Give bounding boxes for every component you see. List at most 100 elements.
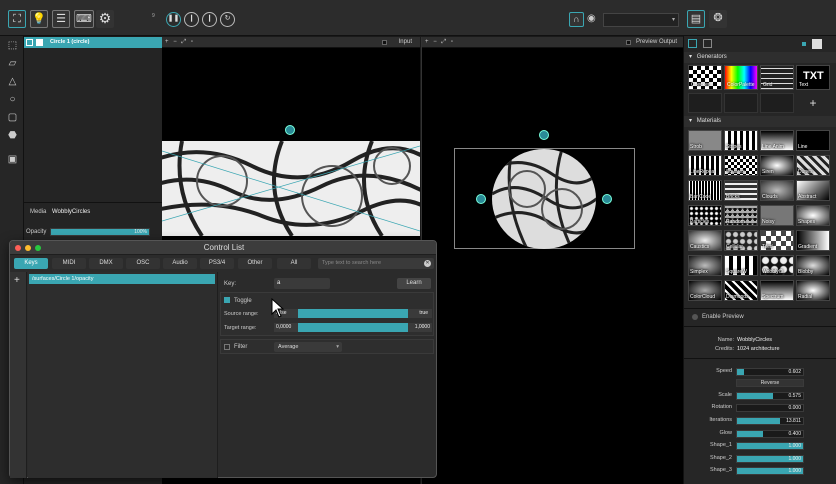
control-list-titlebar[interactable]: Control List bbox=[10, 241, 436, 255]
material-tile[interactable]: Noisy bbox=[760, 205, 794, 226]
material-tile[interactable]: Dunes bbox=[796, 155, 830, 176]
generator-tile[interactable]: TXT Text bbox=[796, 65, 830, 90]
add-control-button[interactable]: + bbox=[14, 275, 20, 286]
parameter-slider[interactable]: 0.575 bbox=[736, 392, 804, 400]
preview-handle-right[interactable] bbox=[602, 194, 612, 204]
material-tile[interactable]: Abstract bbox=[796, 180, 830, 201]
material-tile[interactable]: Simplex bbox=[688, 255, 722, 276]
surface-layer-row[interactable]: Circle 1 (circle) bbox=[24, 37, 162, 48]
enable-preview-checkbox[interactable] bbox=[692, 314, 698, 320]
parameter-slider[interactable]: 0.400 bbox=[736, 430, 804, 438]
material-tile[interactable]: Diamonds bbox=[724, 280, 758, 301]
library-dot-icon[interactable] bbox=[802, 42, 806, 46]
material-tile[interactable]: Bricks bbox=[724, 180, 758, 201]
tab-all[interactable]: All bbox=[277, 258, 311, 269]
play-button[interactable]: ❙ bbox=[184, 12, 199, 27]
reverse-button[interactable]: Reverse bbox=[736, 379, 804, 387]
parameter-slider[interactable]: 0.000 bbox=[736, 404, 804, 412]
material-tile[interactable]: WobblyCi bbox=[760, 255, 794, 276]
library-grid-icon[interactable] bbox=[703, 39, 712, 48]
zoom-out-icon[interactable]: − bbox=[173, 39, 177, 45]
generator-tile[interactable]: ColorPalette bbox=[724, 65, 758, 90]
material-tile[interactable]: Particles bbox=[688, 205, 722, 226]
surface-tool-icon[interactable]: ⛶ bbox=[8, 10, 26, 28]
document-icon[interactable]: ▤ bbox=[687, 10, 705, 28]
output-dropdown[interactable]: ▾ bbox=[603, 13, 679, 27]
tab-keys[interactable]: Keys bbox=[14, 258, 48, 269]
eye-icon[interactable]: ◉ bbox=[587, 13, 596, 24]
target-range-slider[interactable]: 0,0000 1,0000 bbox=[274, 323, 432, 332]
mask-tool-icon[interactable]: ▢ bbox=[7, 112, 18, 123]
material-tile[interactable]: SquareW bbox=[724, 255, 758, 276]
material-tile[interactable]: Strob bbox=[688, 130, 722, 151]
material-tile[interactable]: Random bbox=[724, 205, 758, 226]
tab-ps3-4[interactable]: PS3/4 bbox=[200, 258, 234, 269]
library-square-icon[interactable] bbox=[812, 39, 822, 49]
parameter-slider[interactable]: 13.811 bbox=[736, 417, 804, 425]
generator-tile[interactable]: Checkers bbox=[688, 65, 722, 90]
tab-dmx[interactable]: DMX bbox=[89, 258, 123, 269]
materials-icon[interactable]: ❂ bbox=[709, 10, 727, 28]
material-tile[interactable]: Stripes bbox=[724, 130, 758, 151]
material-tile[interactable]: Caustics bbox=[688, 230, 722, 251]
filter-checkbox[interactable] bbox=[224, 344, 230, 350]
generators-header[interactable]: ▾ Generators bbox=[684, 52, 836, 63]
parameter-slider[interactable]: 0.602 bbox=[736, 368, 804, 376]
zoom-in-icon[interactable]: + bbox=[425, 39, 429, 45]
add-generator-button[interactable]: + bbox=[796, 93, 830, 113]
material-tile[interactable]: Radial bbox=[796, 280, 830, 301]
learn-button[interactable]: Learn bbox=[397, 278, 431, 289]
circle-tool-icon[interactable]: ○ bbox=[7, 94, 18, 105]
tab-audio[interactable]: Audio bbox=[163, 258, 197, 269]
list-item[interactable]: /surfaces/Circle 1/opacity bbox=[29, 274, 215, 284]
preview-checkbox[interactable] bbox=[626, 40, 631, 45]
materials-header[interactable]: ▾ Materials bbox=[684, 116, 836, 127]
zoom-in-icon[interactable]: + bbox=[165, 39, 169, 45]
parameter-slider[interactable]: 1.000 bbox=[736, 467, 804, 475]
material-tile[interactable]: Blobby bbox=[796, 255, 830, 276]
filter-dropdown[interactable]: Average ▾ bbox=[274, 342, 342, 352]
material-tile[interactable]: Shapes bbox=[796, 205, 830, 226]
material-tile[interactable]: Gradient bbox=[796, 230, 830, 251]
clear-search-icon[interactable]: ✕ bbox=[424, 260, 431, 267]
source-range-slider[interactable]: false true bbox=[274, 309, 432, 318]
gear-icon[interactable]: ⚙ bbox=[96, 10, 114, 28]
parameter-slider[interactable]: 1.000 bbox=[736, 455, 804, 463]
input-checkbox[interactable] bbox=[382, 40, 387, 45]
input-handle-top[interactable] bbox=[285, 125, 295, 135]
lightbulb-icon[interactable]: 💡 bbox=[30, 10, 48, 28]
fullscreen-icon[interactable]: ▫ bbox=[451, 39, 453, 45]
stop-button[interactable]: ❙ bbox=[202, 12, 217, 27]
material-tile[interactable]: ColorCloud bbox=[688, 280, 722, 301]
quad-tool-icon[interactable]: ▱ bbox=[7, 58, 18, 69]
circle-surface[interactable] bbox=[492, 149, 596, 249]
parameter-slider[interactable]: 1.000 bbox=[736, 442, 804, 450]
keyboard-icon[interactable]: ⌨ bbox=[74, 10, 94, 28]
material-tile[interactable]: Cellular bbox=[724, 230, 758, 251]
key-input[interactable]: a bbox=[274, 278, 330, 289]
tab-osc[interactable]: OSC bbox=[126, 258, 160, 269]
list-icon[interactable]: ☰ bbox=[52, 10, 70, 28]
material-tile[interactable]: Spectrum bbox=[760, 280, 794, 301]
select-tool-icon[interactable]: ⬚ bbox=[7, 40, 18, 51]
magnet-icon[interactable]: ∩ bbox=[569, 12, 584, 27]
material-tile[interactable]: Siren bbox=[760, 155, 794, 176]
reset-button[interactable]: ↻ bbox=[220, 12, 235, 27]
library-view-icon[interactable] bbox=[688, 39, 697, 48]
material-tile[interactable]: Squares bbox=[724, 155, 758, 176]
search-field[interactable]: Type text to search here ✕ bbox=[318, 258, 434, 269]
preview-handle-top[interactable] bbox=[539, 130, 549, 140]
material-tile[interactable]: Tiled bbox=[760, 230, 794, 251]
toggle-checkbox[interactable] bbox=[224, 297, 230, 303]
opacity-slider[interactable]: 100% bbox=[50, 228, 150, 236]
material-tile[interactable]: Clouds bbox=[760, 180, 794, 201]
layer-checkbox[interactable] bbox=[26, 39, 33, 46]
fit-icon[interactable]: ⤢ bbox=[441, 39, 446, 45]
material-tile[interactable]: Line Anim bbox=[760, 130, 794, 151]
tab-other[interactable]: Other bbox=[238, 258, 272, 269]
layer-visible-icon[interactable] bbox=[36, 39, 43, 46]
material-tile[interactable]: LineRepea bbox=[688, 155, 722, 176]
material-tile[interactable]: Bar Code bbox=[688, 180, 722, 201]
zoom-out-icon[interactable]: − bbox=[433, 39, 437, 45]
tab-midi[interactable]: MIDI bbox=[52, 258, 86, 269]
